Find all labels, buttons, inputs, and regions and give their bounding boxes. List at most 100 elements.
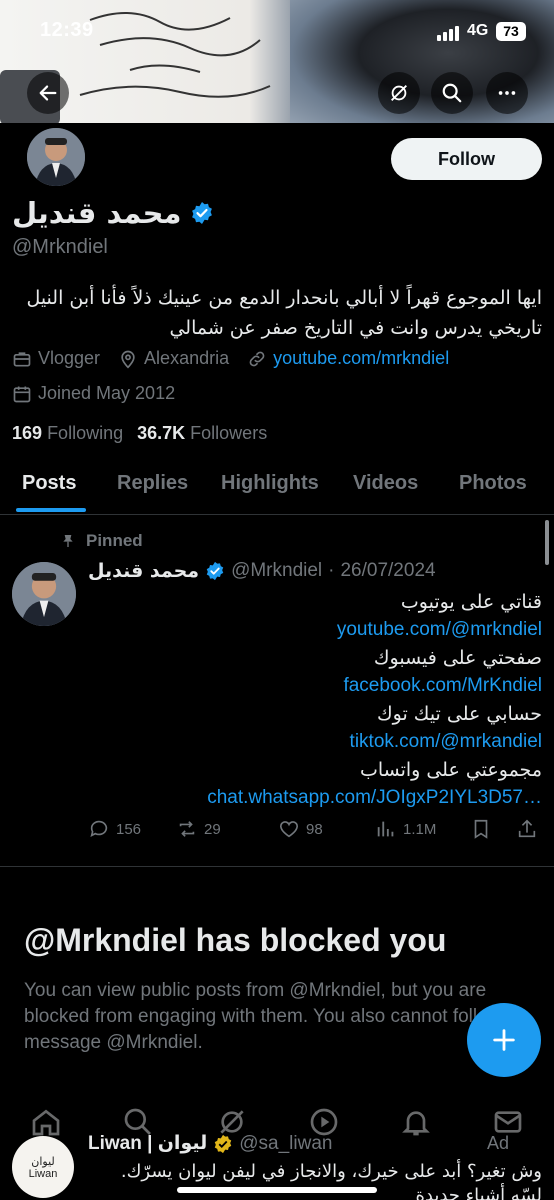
profile-bio: ايها الموجوع قهراً لا أبالي بانحدار الدم… (26, 287, 542, 339)
home-icon[interactable] (30, 1106, 62, 1138)
avatar-image (27, 128, 85, 186)
following-count: 169 (12, 423, 43, 443)
status-time: 12:39 (40, 19, 94, 41)
battery-icon: 73 (496, 22, 526, 41)
following-label: Following (47, 423, 124, 443)
post-link-youtube[interactable]: youtube.com/@mrkndiel (102, 616, 542, 644)
location-pin-icon (121, 350, 135, 369)
pinned-indicator: Pinned (60, 531, 143, 551)
location-text: Alexandria (144, 348, 230, 368)
bookmark-icon (474, 819, 488, 839)
profile-website[interactable]: youtube.com/mrkndiel (247, 348, 449, 369)
ad-text-line: وش تغير؟ أبد على خيرك، والانجاز في ليفن … (120, 1161, 542, 1182)
grok-icon (391, 85, 407, 101)
search-icon (442, 83, 462, 103)
tab-replies[interactable]: Replies (117, 472, 188, 495)
post-line: صفحتي على فيسبوك (373, 647, 542, 669)
follow-stats: 169 Following 36.7K Followers (12, 423, 267, 444)
tab-posts[interactable]: Posts (22, 472, 76, 495)
following-stat[interactable]: 169 Following (12, 423, 123, 444)
post-body[interactable]: قناتي على يوتيوب youtube.com/@mrkndiel ص… (102, 588, 542, 812)
post-link-whatsapp[interactable]: chat.whatsapp.com/JOIgxP2IYL3D57… (102, 784, 542, 812)
post-line: حسابي على تيك توك (377, 703, 542, 725)
briefcase-icon (13, 351, 31, 366)
post-date[interactable]: 26/07/2024 (340, 560, 435, 582)
network-type: 4G (467, 22, 489, 39)
joined-text: Joined May 2012 (38, 383, 176, 403)
followers-count: 36.7K (137, 423, 186, 443)
tab-highlights[interactable]: Highlights (221, 472, 319, 495)
blocked-description: You can view public posts from @Mrkndiel… (24, 980, 524, 1053)
compose-button[interactable] (467, 1003, 541, 1077)
pin-icon (63, 535, 73, 547)
ad-header: Liwan | ليوان @sa_liwan (88, 1132, 332, 1155)
ad-logo-english: Liwan (28, 1167, 58, 1180)
views-count: 1.1M (403, 820, 437, 838)
post-link-tiktok[interactable]: tiktok.com/@mrkandiel (102, 728, 542, 756)
ad-avatar[interactable]: ليوان Liwan (12, 1136, 74, 1198)
ad-handle[interactable]: @sa_liwan (239, 1133, 332, 1155)
avatar-image (12, 562, 76, 626)
ad-name[interactable]: Liwan | ليوان (88, 1132, 207, 1155)
repost-count: 29 (204, 820, 221, 838)
tab-photos[interactable]: Photos (459, 472, 527, 495)
verified-badge-icon (206, 561, 224, 581)
post-separator: · (328, 560, 335, 581)
profile-joined-row: Joined May 2012 (12, 383, 193, 404)
followers-stat[interactable]: 36.7K Followers (137, 423, 267, 444)
repost-icon (179, 821, 195, 837)
post-actions: 156 29 98 1.1M (88, 818, 542, 844)
status-bar: 12:39 4G 73 (0, 0, 554, 64)
tab-videos[interactable]: Videos (353, 472, 418, 495)
scrollbar[interactable] (545, 520, 549, 565)
website-link[interactable]: youtube.com/mrkndiel (273, 348, 449, 369)
reply-button[interactable]: 156 (88, 818, 141, 840)
ad-logo-arabic: ليوان (31, 1155, 55, 1168)
analytics-icon (377, 821, 394, 837)
category-text: Vlogger (38, 348, 101, 368)
profile-meta-row: Vlogger Alexandria youtube.com/mrkndiel (12, 348, 467, 369)
profile-location: Alexandria (118, 348, 229, 369)
arrow-left-icon (39, 85, 57, 101)
heart-icon (279, 821, 299, 838)
post-link-facebook[interactable]: facebook.com/MrKndiel (102, 672, 542, 700)
like-count: 98 (306, 820, 323, 838)
share-button[interactable] (516, 818, 538, 840)
post-avatar[interactable] (12, 562, 76, 626)
more-horizontal-icon (498, 91, 516, 95)
profile-joined: Joined May 2012 (12, 383, 175, 404)
ad-label: Ad (487, 1133, 510, 1153)
ad-text[interactable]: وش تغير؟ أبد على خيرك، والانجاز في ليفن … (82, 1160, 542, 1200)
reply-count: 156 (116, 820, 142, 838)
profile-tabs: Posts Replies Highlights Videos Photos (0, 460, 554, 515)
like-button[interactable]: 98 (278, 818, 323, 840)
active-tab-indicator (16, 508, 86, 512)
grok-button[interactable] (378, 72, 420, 114)
post-author[interactable]: محمد قنديل (88, 560, 199, 582)
followers-label: Followers (190, 423, 268, 443)
pinned-label: Pinned (86, 531, 143, 550)
signal-icon (437, 26, 459, 41)
post-line: مجموعتي على واتساب (359, 759, 542, 781)
home-indicator[interactable] (177, 1187, 377, 1193)
share-icon (518, 819, 536, 838)
section-divider (0, 866, 554, 867)
views-button[interactable]: 1.1M (375, 818, 436, 840)
repost-button[interactable]: 29 (176, 818, 221, 840)
search-button[interactable] (431, 72, 473, 114)
reply-icon (90, 820, 108, 837)
profile-avatar[interactable] (24, 125, 88, 189)
more-button[interactable] (486, 72, 528, 114)
follow-button[interactable]: Follow (391, 138, 542, 180)
verified-badge-icon[interactable] (190, 201, 214, 225)
bell-icon[interactable] (400, 1106, 432, 1138)
link-icon (249, 351, 265, 366)
profile-handle: @Mrkndiel (12, 236, 108, 258)
calendar-icon (13, 386, 31, 402)
post-line: قناتي على يوتيوب (400, 591, 542, 613)
back-button[interactable] (27, 72, 69, 114)
gold-verified-badge-icon (215, 1134, 232, 1153)
bookmark-button[interactable] (470, 818, 492, 840)
blocked-title: @Mrkndiel has blocked you (24, 922, 447, 958)
post-handle[interactable]: @Mrkndiel (231, 560, 322, 582)
